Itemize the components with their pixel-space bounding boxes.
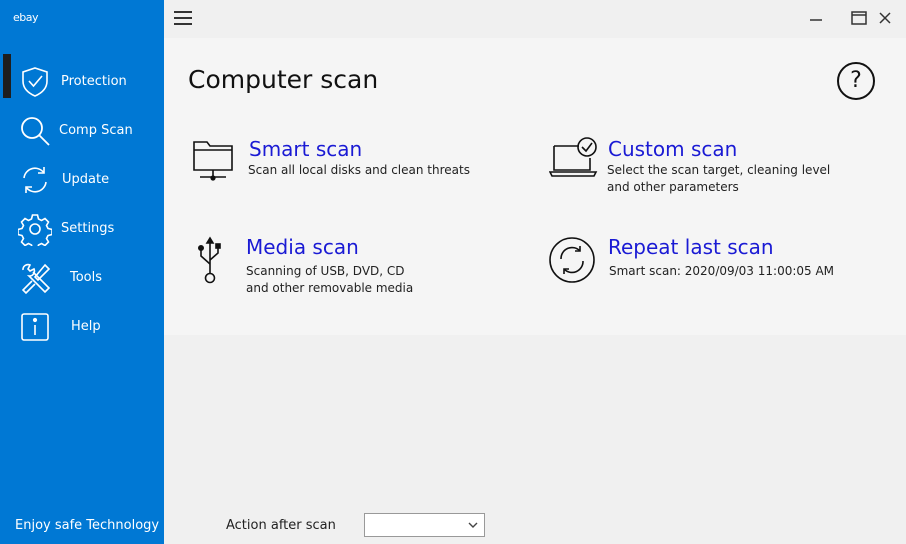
custom-scan-desc-line2: and other parameters bbox=[607, 180, 739, 194]
repeat-scan-title[interactable]: Repeat last scan bbox=[608, 235, 774, 259]
media-scan-title[interactable]: Media scan bbox=[246, 235, 359, 259]
tagline: Enjoy safe Technology bbox=[15, 518, 160, 533]
media-scan-desc-line1: Scanning of USB, DVD, CD bbox=[246, 264, 405, 278]
menu-icon[interactable] bbox=[174, 11, 192, 25]
sidebar: ebay Protection Comp Scan Update Setting… bbox=[0, 0, 164, 544]
gear-icon bbox=[17, 212, 53, 250]
refresh-icon bbox=[18, 163, 52, 197]
main-panel: Computer scan ? Smart scan Scan all loca… bbox=[164, 38, 906, 335]
sidebar-item-label: Comp Scan bbox=[59, 123, 133, 138]
action-after-scan-select[interactable] bbox=[364, 513, 485, 537]
shield-check-icon bbox=[18, 65, 52, 99]
custom-scan-option[interactable]: Custom scan Select the scan target, clea… bbox=[548, 136, 879, 198]
sidebar-item-help[interactable]: Help bbox=[0, 302, 164, 351]
media-scan-desc-line2: and other removable media bbox=[246, 281, 414, 295]
repeat-scan-desc: Smart scan: 2020/09/03 11:00:05 AM bbox=[609, 264, 835, 278]
sidebar-item-label: Tools bbox=[70, 270, 103, 285]
laptop-check-icon bbox=[548, 136, 599, 186]
custom-scan-title[interactable]: Custom scan bbox=[608, 137, 737, 161]
custom-scan-desc-line1: Select the scan target, cleaning level bbox=[607, 163, 831, 177]
sidebar-item-label: Update bbox=[62, 172, 110, 187]
sidebar-item-label: Help bbox=[71, 319, 101, 334]
repeat-scan-option[interactable]: Repeat last scan Smart scan: 2020/09/03 … bbox=[548, 234, 878, 294]
title-bar bbox=[164, 0, 906, 38]
tools-icon bbox=[18, 261, 52, 295]
action-after-scan-label: Action after scan bbox=[226, 518, 336, 533]
sidebar-item-label: Settings bbox=[61, 221, 115, 236]
minimize-icon[interactable] bbox=[807, 9, 825, 27]
smart-scan-desc: Scan all local disks and clean threats bbox=[248, 163, 470, 177]
sidebar-item-update[interactable]: Update bbox=[0, 155, 164, 204]
search-icon bbox=[18, 114, 52, 148]
sidebar-item-label: Protection bbox=[61, 74, 127, 89]
help-button[interactable]: ? bbox=[837, 62, 875, 100]
bottom-area: Action after scan bbox=[164, 335, 906, 544]
sidebar-item-comp-scan[interactable]: Comp Scan bbox=[0, 106, 164, 155]
sidebar-nav: Protection Comp Scan Update Settings Too… bbox=[0, 57, 164, 351]
smart-scan-title[interactable]: Smart scan bbox=[249, 137, 362, 161]
network-folder-icon bbox=[192, 136, 234, 188]
close-icon[interactable] bbox=[876, 9, 894, 27]
page-title: Computer scan bbox=[188, 65, 379, 94]
sidebar-item-settings[interactable]: Settings bbox=[0, 204, 164, 253]
smart-scan-option[interactable]: Smart scan Scan all local disks and clea… bbox=[192, 136, 512, 196]
brand-logo: ebay bbox=[13, 11, 39, 24]
sidebar-item-tools[interactable]: Tools bbox=[0, 253, 164, 302]
usb-icon bbox=[192, 234, 232, 290]
maximize-icon[interactable] bbox=[850, 9, 868, 27]
repeat-icon bbox=[548, 234, 598, 288]
sidebar-item-protection[interactable]: Protection bbox=[0, 57, 164, 106]
info-icon bbox=[18, 310, 52, 344]
chevron-down-icon bbox=[467, 517, 479, 531]
media-scan-option[interactable]: Media scan Scanning of USB, DVD, CD and … bbox=[192, 234, 512, 298]
